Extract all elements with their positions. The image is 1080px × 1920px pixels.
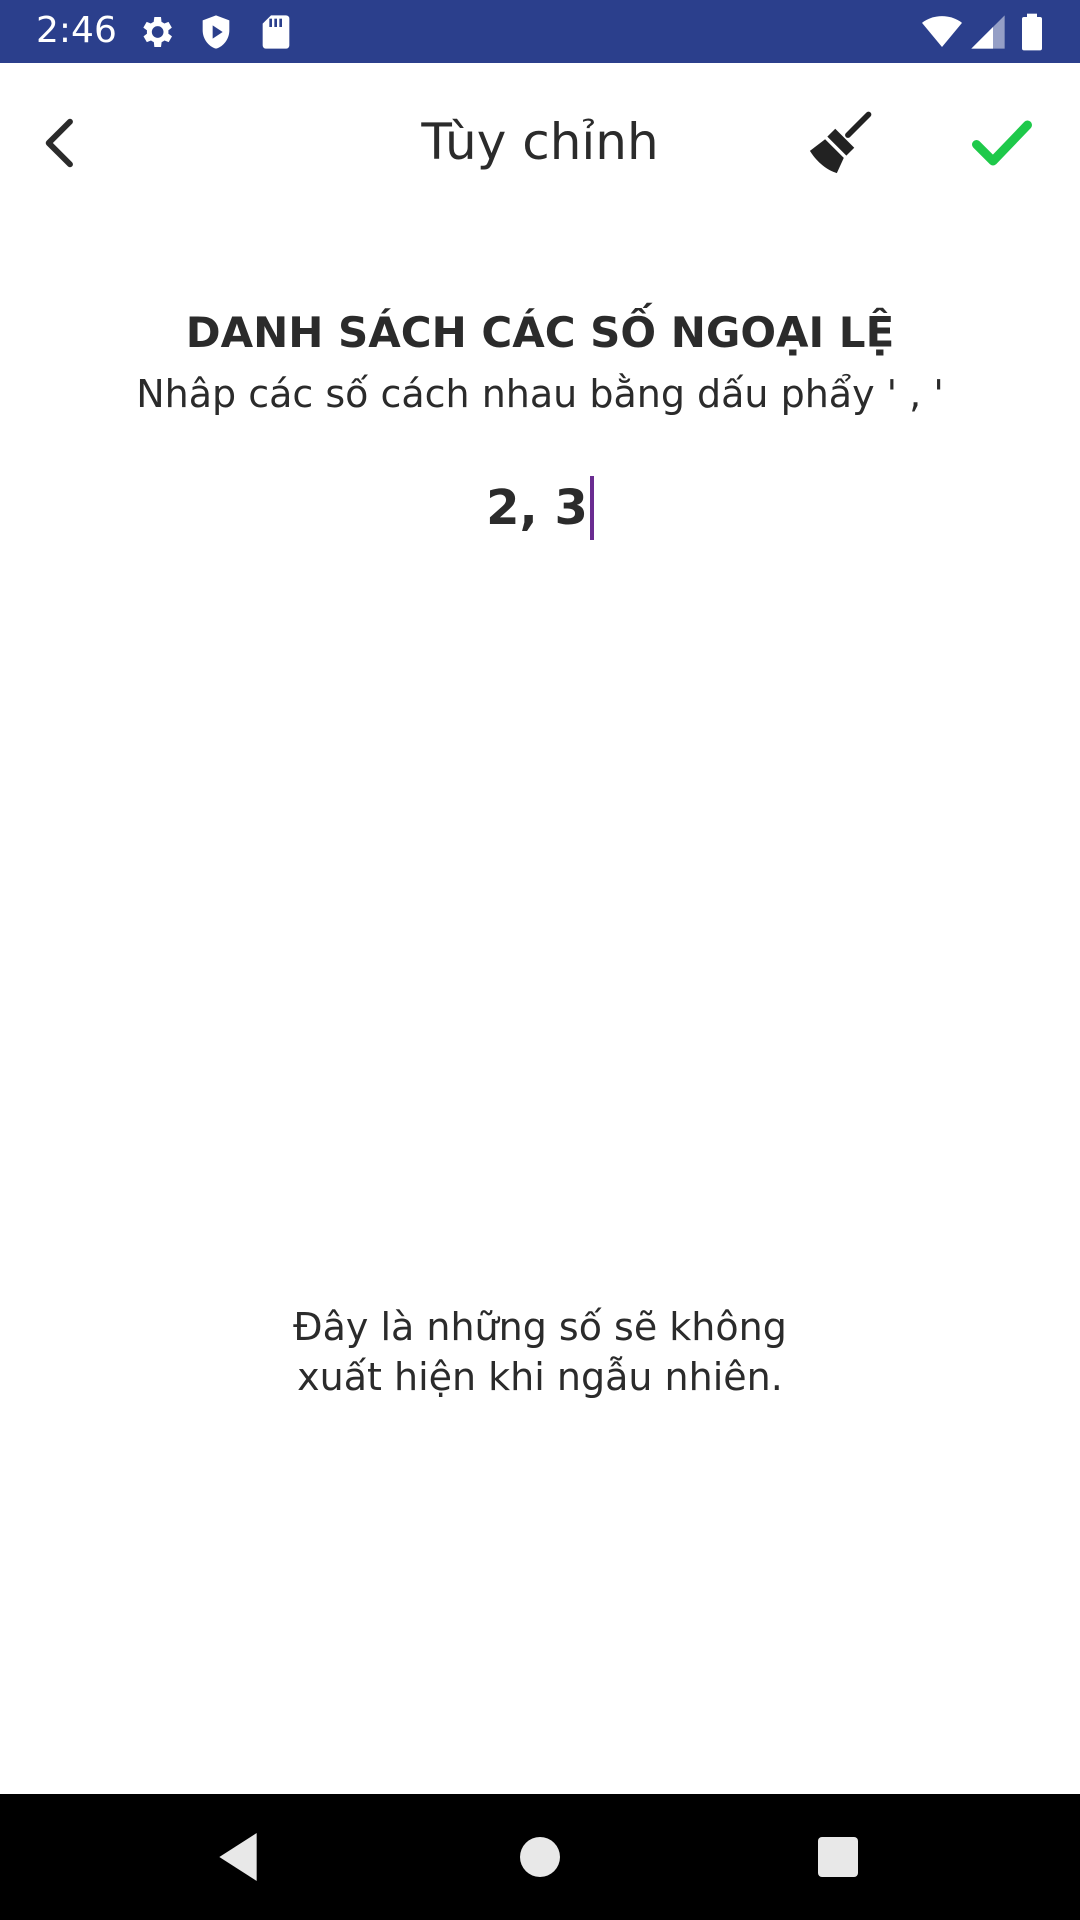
exceptions-heading: DANH SÁCH CÁC SỐ NGOẠI LỆ (185, 308, 895, 357)
nav-back-button[interactable] (206, 1825, 270, 1889)
toolbar: Tùy chỉnh (0, 63, 1080, 223)
navigation-bar (0, 1794, 1080, 1920)
exceptions-instructions: Nhâp các số cách nhau bằng dấu phẩy ' , … (136, 372, 944, 416)
shield-icon (196, 12, 236, 52)
wifi-icon (922, 12, 962, 52)
page-title: Tùy chỉnh (421, 113, 659, 171)
sd-card-icon (256, 12, 296, 52)
nav-home-button[interactable] (508, 1825, 572, 1889)
exceptions-input-value[interactable]: 2, 3 (486, 476, 588, 540)
info-text: Đây là những số sẽ không xuất hiện khi n… (293, 1305, 787, 1399)
battery-icon (1012, 12, 1052, 52)
screen: 2:46 Tùy chỉnh DANH SÁCH CÁC SỐ NGOẠI LỆ… (0, 0, 1080, 1920)
broom-icon (809, 111, 872, 174)
text-cursor (589, 476, 594, 540)
status-time: 2:46 (36, 10, 117, 51)
nav-recents-icon (818, 1837, 858, 1877)
nav-recents-button[interactable] (806, 1825, 870, 1889)
exceptions-input-field[interactable]: 2, 3 (0, 476, 1080, 540)
clear-button[interactable] (802, 105, 878, 181)
settings-icon (136, 12, 176, 52)
nav-back-icon (219, 1833, 257, 1881)
confirm-button[interactable] (966, 107, 1038, 179)
checkmark-icon (972, 120, 1032, 166)
nav-home-icon (520, 1837, 560, 1877)
status-bar: 2:46 (0, 0, 1080, 63)
signal-icon (968, 12, 1008, 52)
